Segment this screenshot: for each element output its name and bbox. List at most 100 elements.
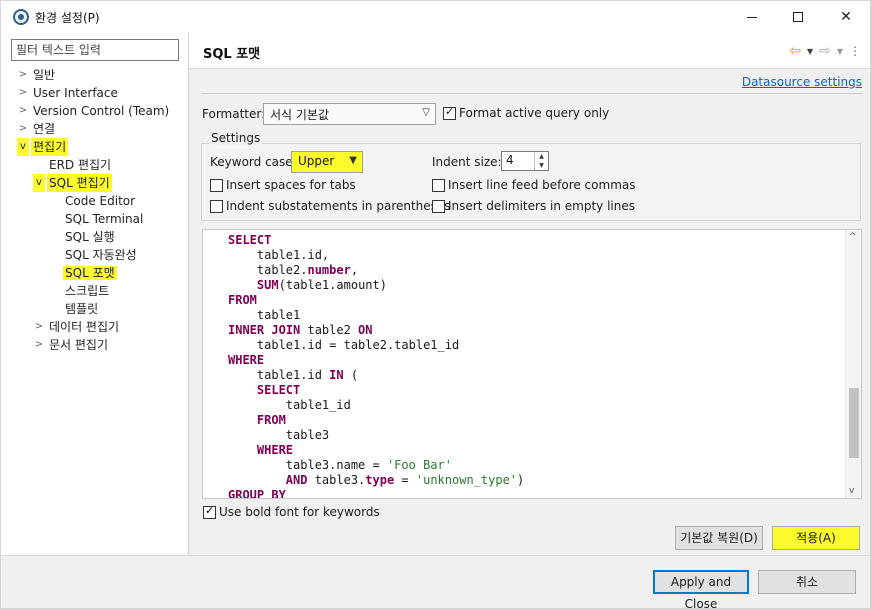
insert-delimiters-checkbox[interactable] — [432, 200, 445, 213]
sql-text: table3.name = — [228, 458, 387, 472]
tree-item-code-editor[interactable]: Code Editor — [65, 192, 135, 210]
tree-item-sql-terminal[interactable]: SQL Terminal — [65, 210, 143, 228]
sql-text: table3 — [228, 428, 330, 442]
sql-text: , — [350, 263, 359, 277]
arrow-left-icon[interactable]: ⇦ — [789, 43, 801, 59]
sql-keyword: ON — [358, 323, 373, 337]
close-button[interactable]: ✕ — [823, 1, 869, 33]
formatter-select[interactable]: 서식 기본값 ▽ — [263, 103, 436, 125]
chevron-right-icon[interactable]: > — [17, 66, 29, 84]
indent-substatements-label: Indent substatements in parentheses — [226, 199, 451, 213]
tree-item-label: SQL Terminal — [65, 212, 144, 226]
sql-text: ) — [517, 473, 525, 487]
formatter-label: Formatter: — [202, 107, 266, 121]
tree-item-label: 일반 — [33, 68, 56, 82]
code-line: table1.id, — [203, 248, 843, 263]
maximize-button[interactable] — [775, 1, 821, 33]
restore-defaults-button[interactable]: 기본값 복원(D) — [675, 526, 763, 550]
sql-preview-editor[interactable]: SELECT table1.id, table2.number, SUM(tab… — [202, 229, 862, 499]
scrollbar-thumb[interactable] — [849, 388, 859, 458]
sql-keyword: WHERE — [256, 443, 294, 457]
tree-item-label: Version Control (Team) — [33, 104, 170, 118]
window-title: 환경 설정(P) — [35, 11, 100, 25]
tree-item-sql-execute[interactable]: SQL 실행 — [65, 228, 115, 246]
chevron-right-icon[interactable]: > — [33, 336, 45, 354]
sql-keyword: SELECT — [228, 233, 272, 247]
apply-and-close-button[interactable]: Apply and Close — [653, 570, 749, 609]
format-active-query-label: Format active query only — [459, 106, 610, 120]
chevron-down-icon[interactable]: v — [17, 138, 29, 156]
code-line: WHERE — [203, 353, 843, 368]
chevron-down-icon[interactable]: ▼ — [837, 47, 843, 56]
bold-keywords-label: Use bold font for keywords — [219, 505, 380, 519]
cancel-button[interactable]: 취소 — [758, 570, 856, 594]
maximize-icon — [793, 12, 803, 22]
indent-size-value: 4 — [506, 153, 514, 167]
vertical-scrollbar[interactable]: ^ v — [845, 230, 861, 498]
arrow-right-icon[interactable]: ⇨ — [819, 43, 831, 59]
tree-item-scripts[interactable]: 스크립트 — [65, 282, 109, 300]
chevron-down-icon[interactable]: ▼ — [807, 47, 813, 56]
filter-input[interactable] — [11, 39, 179, 61]
indent-size-label: Indent size: — [432, 155, 502, 169]
sql-text: table2 — [300, 323, 359, 337]
sql-string: 'unknown_type' — [415, 473, 518, 487]
insert-line-feed-label: Insert line feed before commas — [448, 178, 636, 192]
settings-group-title: Settings — [209, 131, 263, 145]
tree-item-templates[interactable]: 템플릿 — [65, 300, 98, 318]
code-line: table1_id — [203, 398, 843, 413]
tree-item-sql-autocomplete[interactable]: SQL 자동완성 — [65, 246, 137, 264]
code-line: WHERE — [203, 443, 843, 458]
page-navigation: ⇦ ▼ ⇨ ▼ ⋮ — [789, 43, 861, 59]
datasource-settings-link[interactable]: Datasource settings — [742, 75, 862, 89]
tree-item-label: User Interface — [33, 86, 118, 100]
tree-item-label: SQL 포맷 — [63, 266, 117, 280]
chevron-down-icon[interactable]: v — [33, 174, 45, 192]
code-line: GROUP BY — [203, 488, 843, 498]
close-icon: ✕ — [840, 9, 852, 25]
chevron-down-icon: ▼ — [349, 155, 357, 166]
keyword-case-label: Keyword case: — [210, 155, 297, 169]
code-line: FROM — [203, 293, 843, 308]
chevron-down-icon: ▽ — [422, 107, 430, 118]
chevron-down-icon[interactable]: v — [849, 486, 854, 496]
keyword-case-select[interactable]: Upper ▼ — [291, 151, 363, 173]
sql-text: table1 — [228, 308, 301, 322]
apply-button[interactable]: 적용(A) — [772, 526, 860, 550]
tree-item-sql-format[interactable]: SQL 포맷 — [63, 264, 117, 282]
dialog-button-bar: Apply and Close 취소 — [1, 556, 870, 609]
chevron-right-icon[interactable]: > — [33, 318, 45, 336]
insert-line-feed-checkbox[interactable] — [432, 179, 445, 192]
minimize-button[interactable] — [729, 1, 775, 33]
chevron-right-icon[interactable]: > — [17, 102, 29, 120]
indent-substatements-checkbox[interactable] — [210, 200, 223, 213]
spinner-arrows-icon[interactable]: ▲ ▼ — [534, 152, 548, 170]
sql-keyword: IN — [329, 368, 344, 382]
insert-spaces-checkbox[interactable] — [210, 179, 223, 192]
tree-item-label: SQL 실행 — [65, 230, 115, 244]
chevron-right-icon[interactable]: > — [17, 120, 29, 138]
code-line: table1.id IN ( — [203, 368, 843, 383]
code-line: table1.id = table2.table1_id — [203, 338, 843, 353]
sql-text: (table1.amount) — [278, 278, 387, 292]
kebab-menu-icon[interactable]: ⋮ — [849, 44, 861, 58]
format-active-query-checkbox[interactable] — [443, 105, 456, 120]
tree-item-label: 편집기 — [31, 138, 69, 156]
sql-preview-code: SELECT table1.id, table2.number, SUM(tab… — [203, 233, 843, 498]
bold-keywords-checkbox[interactable] — [203, 504, 216, 519]
chevron-right-icon[interactable]: > — [17, 84, 29, 102]
code-line: INNER JOIN table2 ON — [203, 323, 843, 338]
sql-keyword: FROM — [228, 293, 257, 307]
tree-item-label: ERD 편집기 — [49, 158, 112, 172]
chevron-up-icon[interactable]: ^ — [849, 232, 857, 242]
code-line: table2.number, — [203, 263, 843, 278]
indent-size-spinner[interactable]: 4 ▲ ▼ — [501, 151, 549, 171]
tree-item-label: 스크립트 — [65, 284, 110, 298]
sql-text: = — [394, 473, 416, 487]
sql-text: ( — [343, 368, 359, 382]
sql-text: table1.id, — [228, 248, 330, 262]
sql-keyword: SUM — [256, 278, 279, 292]
